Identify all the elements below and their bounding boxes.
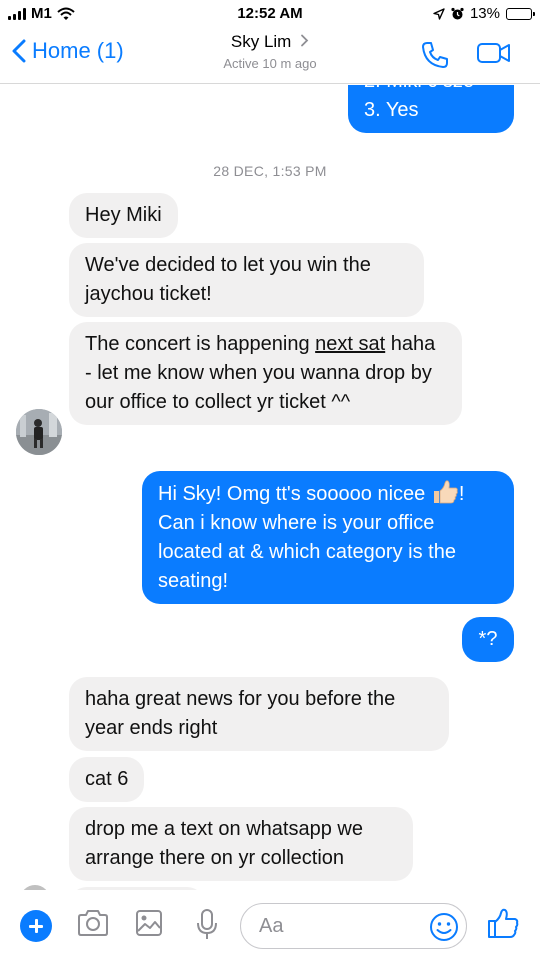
outgoing-message[interactable]: *? (462, 617, 514, 662)
image-icon[interactable] (134, 908, 164, 938)
thumbs-up-icon[interactable] (486, 908, 520, 940)
avatar-photo (16, 409, 62, 455)
message-text: *? (478, 628, 498, 650)
message-text: cat 6 (85, 768, 129, 790)
chevron-right-icon (301, 34, 309, 47)
battery-icon (506, 7, 535, 20)
message-text: drop me a text on whatsapp we arrange th… (85, 818, 363, 869)
message-link[interactable]: next sat (315, 333, 385, 355)
phone-icon[interactable] (420, 40, 450, 70)
message-text: The concert is happening (85, 333, 316, 355)
message-input[interactable] (259, 913, 419, 939)
status-bar: M1 12:52 AM 13% (0, 0, 540, 28)
avatar[interactable] (16, 409, 62, 455)
incoming-message[interactable]: Hey Miki (69, 193, 178, 238)
incoming-message[interactable]: cat 6 (69, 757, 145, 802)
plus-icon[interactable] (20, 910, 52, 942)
message-thread[interactable]: 2. Miki c sze 3. Yes 28 DEC, 1:53 PM Hey… (0, 85, 540, 890)
message-text: We've decided to let you win the jaychou… (85, 254, 371, 305)
video-camera-icon[interactable] (476, 40, 512, 66)
message-line: 2. Miki c sze (364, 85, 498, 96)
message-text: Hi Sky! Omg tt's sooooo nicee (158, 483, 431, 505)
smiley-icon[interactable] (428, 911, 460, 943)
alarm-icon (451, 7, 464, 19)
camera-icon[interactable] (76, 908, 110, 938)
location-arrow-icon (433, 7, 445, 20)
message-line: 3. Yes (364, 99, 419, 121)
incoming-message[interactable]: The concert is happening next sat haha -… (69, 322, 462, 425)
outgoing-message[interactable]: Hi Sky! Omg tt's sooooo nicee ! Can i kn… (142, 471, 514, 604)
message-text: Hey Miki (85, 204, 162, 226)
message-text: haha great news for you before the year … (85, 688, 396, 739)
message-input-wrapper[interactable] (240, 903, 467, 949)
contact-name: Sky Lim (230, 32, 292, 51)
incoming-message[interactable]: We've decided to let you win the jaychou… (69, 243, 424, 317)
thumbs-up-emoji-icon (433, 480, 458, 504)
battery-percent: 13% (469, 5, 500, 22)
date-separator: 28 DEC, 1:53 PM (213, 163, 327, 179)
incoming-message[interactable]: haha great news for you before the year … (69, 677, 449, 751)
incoming-message[interactable]: drop me a text on whatsapp we arrange th… (69, 807, 413, 881)
status-right: 13% (433, 5, 535, 22)
header-actions (420, 40, 512, 70)
message-composer (0, 890, 540, 960)
partial-outgoing-message[interactable]: 2. Miki c sze 3. Yes (348, 85, 514, 133)
conversation-header: Home (1) Sky Lim Active 10 m ago (0, 28, 540, 84)
microphone-icon[interactable] (194, 908, 220, 942)
